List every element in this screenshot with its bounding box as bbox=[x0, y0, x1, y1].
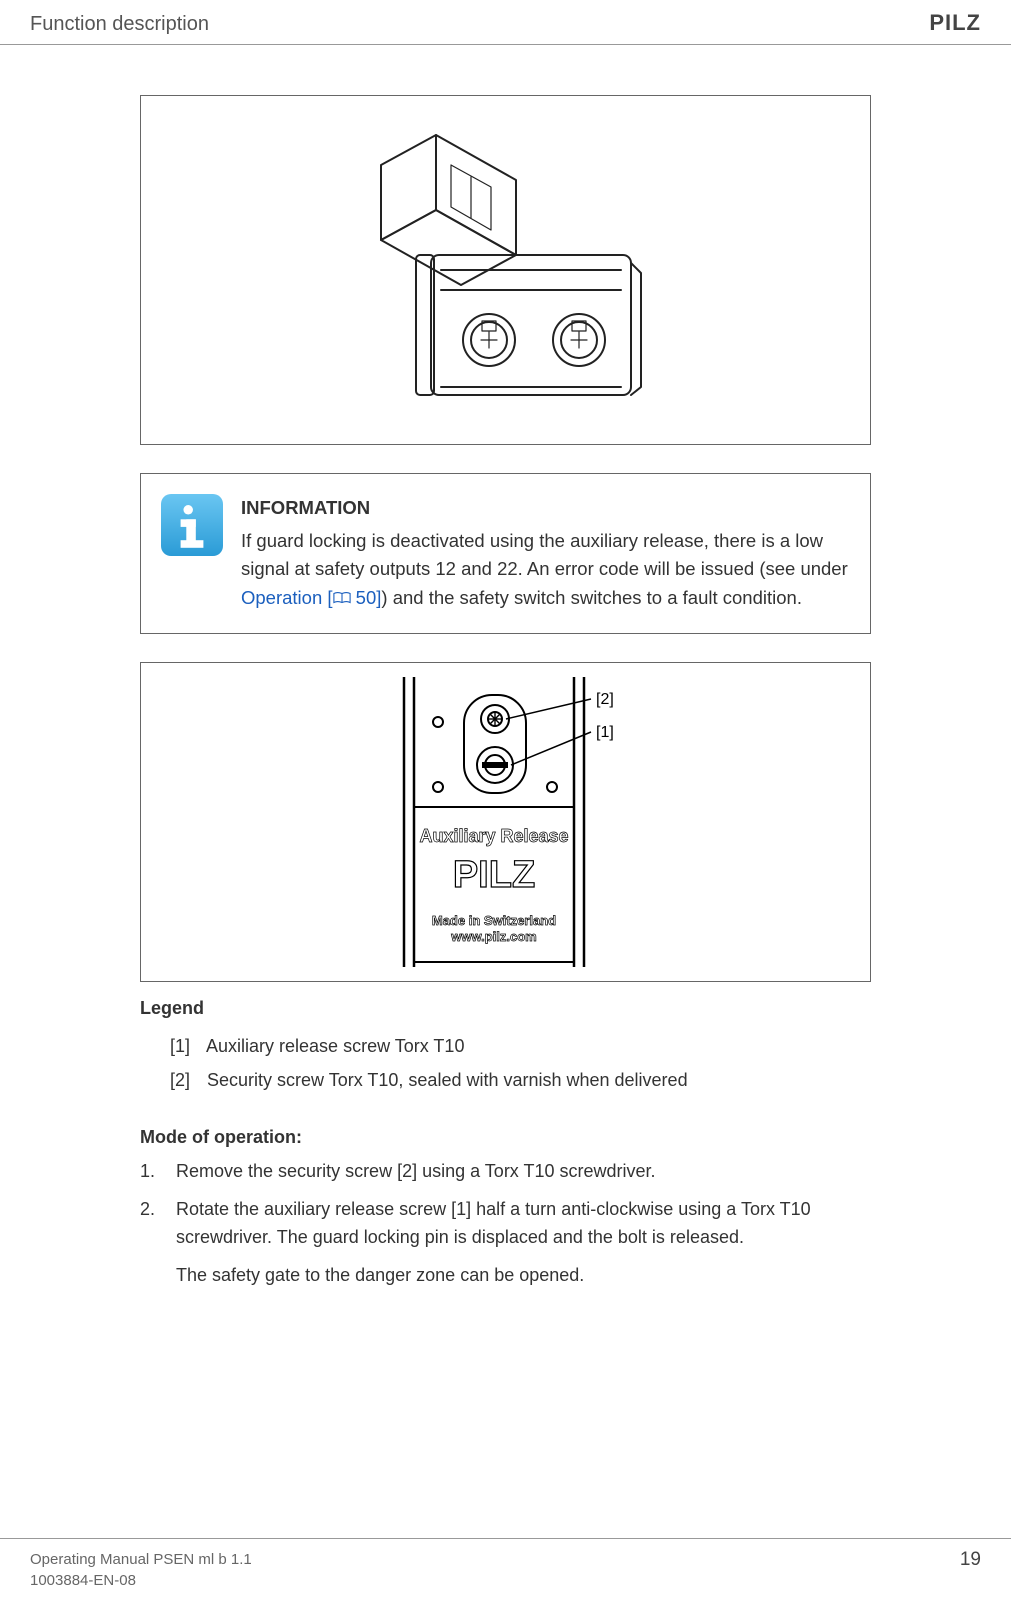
steps-list: 1. Remove the security screw [2] using a… bbox=[140, 1158, 871, 1252]
legend-key: [2] bbox=[170, 1063, 202, 1097]
operation-link[interactable]: Operation [ 50] bbox=[241, 587, 381, 608]
legend-text: Auxiliary release screw Torx T10 bbox=[206, 1036, 464, 1056]
page-number: 19 bbox=[960, 1549, 981, 1571]
footer-line-1: Operating Manual PSEN ml b 1.1 bbox=[30, 1549, 252, 1570]
legend-key: [1] bbox=[170, 1029, 202, 1063]
made-in-label: Made in Switzerland bbox=[431, 913, 555, 928]
legend-item: [2] Security screw Torx T10, sealed with… bbox=[170, 1063, 871, 1097]
legend-text: Security screw Torx T10, sealed with var… bbox=[207, 1070, 688, 1090]
legend-title: Legend bbox=[140, 998, 871, 1019]
section-title: Function description bbox=[30, 13, 209, 36]
step-text: Rotate the auxiliary release screw [1] h… bbox=[176, 1196, 871, 1252]
info-icon bbox=[161, 494, 223, 556]
url-label: www.pilz.com bbox=[450, 929, 536, 944]
mode-title: Mode of operation: bbox=[140, 1127, 871, 1148]
step-number: 1. bbox=[140, 1158, 162, 1186]
legend-block: Legend [1] Auxiliary release screw Torx … bbox=[140, 998, 871, 1097]
footer-doc-info: Operating Manual PSEN ml b 1.1 1003884-E… bbox=[30, 1549, 252, 1591]
legend-item: [1] Auxiliary release screw Torx T10 bbox=[170, 1029, 871, 1063]
information-body-1: If guard locking is deactivated using th… bbox=[241, 530, 848, 580]
callout-1: [1] bbox=[596, 724, 614, 741]
step-item: 2. Rotate the auxiliary release screw [1… bbox=[140, 1196, 871, 1252]
step-number: 2. bbox=[140, 1196, 162, 1252]
information-heading: INFORMATION bbox=[241, 494, 850, 523]
aux-release-drawing: [2] [1] Auxiliary Release PILZ Made in S… bbox=[356, 677, 656, 967]
pilz-outline-logo: PILZ bbox=[452, 854, 534, 896]
step-item: 1. Remove the security screw [2] using a… bbox=[140, 1158, 871, 1186]
step-result: The safety gate to the danger zone can b… bbox=[176, 1262, 871, 1290]
page-footer: Operating Manual PSEN ml b 1.1 1003884-E… bbox=[0, 1538, 1011, 1591]
page-content: INFORMATION If guard locking is deactiva… bbox=[0, 45, 1011, 1290]
figure-device bbox=[140, 95, 871, 445]
device-drawing bbox=[341, 125, 671, 415]
information-text: INFORMATION If guard locking is deactiva… bbox=[241, 494, 850, 613]
footer-line-2: 1003884-EN-08 bbox=[30, 1570, 252, 1591]
information-body-2: ) and the safety switch switches to a fa… bbox=[381, 587, 802, 608]
figure-aux-release: [2] [1] Auxiliary Release PILZ Made in S… bbox=[140, 662, 871, 982]
brand-logo: PILZ bbox=[929, 10, 981, 36]
information-box: INFORMATION If guard locking is deactiva… bbox=[140, 473, 871, 634]
book-icon bbox=[333, 591, 351, 605]
step-text: Remove the security screw [2] using a To… bbox=[176, 1158, 656, 1186]
page-header: Function description PILZ bbox=[0, 0, 1011, 45]
callout-2: [2] bbox=[596, 691, 614, 708]
aux-release-label: Auxiliary Release bbox=[419, 826, 568, 846]
legend-list: [1] Auxiliary release screw Torx T10 [2]… bbox=[140, 1029, 871, 1097]
mode-of-operation: Mode of operation: 1. Remove the securit… bbox=[140, 1127, 871, 1290]
